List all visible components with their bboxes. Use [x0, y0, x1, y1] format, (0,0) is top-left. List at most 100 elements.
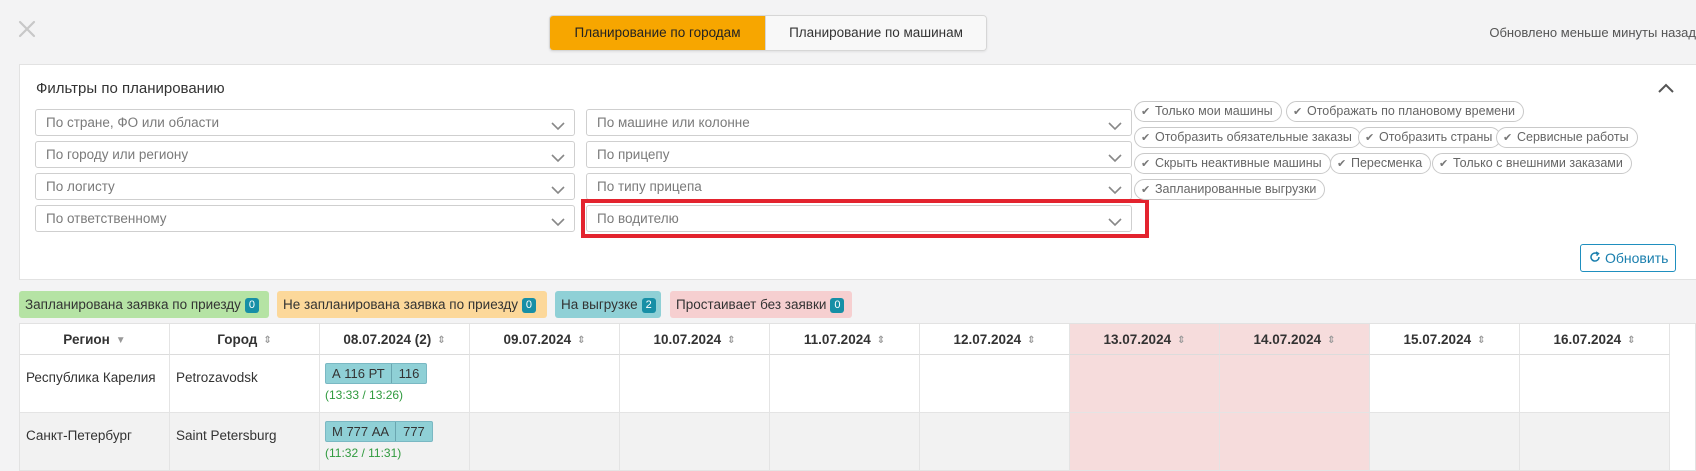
check-icon: ✔	[1141, 132, 1151, 144]
trailer-select[interactable]: По прицепу	[586, 141, 1132, 168]
arrival-time: (11:32 / 11:31)	[325, 446, 402, 460]
chip-only-my-vehicles[interactable]: ✔ Только мои машины	[1134, 101, 1282, 122]
truck-badge[interactable]: М 777 АА 777	[325, 421, 433, 442]
vehicle-select[interactable]: По машине или колонне	[586, 109, 1132, 136]
legend-planned-arrival: Запланирована заявка по приезду 0	[19, 291, 269, 318]
sort-icon: ⇕	[876, 335, 886, 346]
sort-icon: ⇕	[577, 335, 586, 346]
table-cell-date: М 777 АА 777 (11:32 / 11:31)	[320, 413, 470, 471]
sort-icon: ⇕	[727, 335, 736, 346]
chevron-down-icon	[551, 214, 565, 227]
city-region-select[interactable]: По городу или региону	[35, 141, 575, 168]
chip-planned-time[interactable]: ✔ Отображать по плановому времени	[1286, 101, 1525, 122]
logist-select[interactable]: По логисту	[35, 173, 575, 200]
column-header-date-weekend[interactable]: 14.07.2024 ⇕	[1220, 324, 1370, 355]
sort-icon: ⇕	[1627, 335, 1636, 346]
arrival-time: (13:33 / 13:26)	[325, 388, 404, 402]
trailer-type-select[interactable]: По типу прицепа	[586, 173, 1132, 200]
check-icon: ✔	[1337, 158, 1347, 170]
chevron-down-icon	[1108, 118, 1122, 131]
check-icon: ✔	[1439, 158, 1449, 170]
tab-planning-by-vehicles[interactable]: Планирование по машинам	[765, 16, 986, 50]
sort-icon: ⇕	[1027, 335, 1036, 346]
sort-icon: ⇕	[437, 335, 446, 346]
table-cell-date	[1520, 413, 1670, 471]
table-cell-date	[470, 355, 620, 413]
column-header-date[interactable]: 12.07.2024 ⇕	[920, 324, 1070, 355]
select-placeholder: По логисту	[46, 179, 115, 194]
truck-badge[interactable]: А 116 РТ 116	[325, 363, 428, 384]
responsible-select[interactable]: По ответственному	[35, 205, 575, 232]
table-cell-date	[620, 413, 770, 471]
select-placeholder: По машине или колонне	[597, 115, 750, 130]
table-cell-date	[620, 355, 770, 413]
chip-planned-unloads[interactable]: ✔ Запланированные выгрузки	[1134, 179, 1326, 200]
sort-icon: ⇕	[1477, 335, 1486, 346]
planning-table: Регион ▼ Город ⇕ 08.07.2024 (2) ⇕ 09.07.202…	[19, 323, 1696, 471]
table-cell-date	[920, 355, 1070, 413]
column-header-date[interactable]: 10.07.2024 ⇕	[620, 324, 770, 355]
country-region-select[interactable]: По стране, ФО или области	[35, 109, 575, 136]
chip-service-works[interactable]: ✔ Сервисные работы	[1496, 127, 1638, 148]
column-header-date-weekend[interactable]: 13.07.2024 ⇕	[1070, 324, 1220, 355]
check-icon: ✔	[1141, 106, 1151, 118]
chevron-down-icon	[551, 182, 565, 195]
select-placeholder: По прицепу	[597, 147, 670, 162]
chip-mandatory-orders[interactable]: ✔ Отобразить обязательные заказы	[1134, 127, 1361, 148]
table-cell-date	[1520, 355, 1670, 413]
table-cell-city: Saint Petersburg	[170, 413, 320, 471]
select-placeholder: По стране, ФО или области	[46, 115, 220, 130]
table-cell-date	[770, 413, 920, 471]
check-icon: ✔	[1365, 132, 1375, 144]
chevron-down-icon	[1108, 182, 1122, 195]
select-placeholder: По ответственному	[46, 211, 167, 226]
column-header-date[interactable]: 08.07.2024 (2) ⇕	[320, 324, 470, 355]
column-header-date[interactable]: 16.07.2024 ⇕	[1520, 324, 1670, 355]
column-header-city[interactable]: Город ⇕	[170, 324, 320, 355]
chip-show-countries[interactable]: ✔ Отобразить страны	[1358, 127, 1502, 148]
sort-icon: ⇕	[263, 335, 272, 346]
table-cell-region: Республика Карелия	[20, 355, 170, 413]
table-cell-date	[770, 355, 920, 413]
chevron-down-icon	[551, 118, 565, 131]
column-header-date[interactable]: 15.07.2024 ⇕	[1370, 324, 1520, 355]
tab-planning-by-cities[interactable]: Планирование по городам	[550, 16, 765, 50]
legend-unloading: На выгрузке 2	[555, 291, 661, 318]
sort-desc-icon: ▼	[115, 335, 126, 346]
refresh-icon	[1589, 245, 1601, 271]
close-icon[interactable]	[18, 20, 40, 42]
filters-panel: Фильтры по планированию По стране, ФО ил…	[19, 64, 1696, 280]
table-cell-city: Petrozavodsk	[170, 355, 320, 413]
table-cell-date-weekend	[1220, 413, 1370, 471]
check-icon: ✔	[1503, 132, 1513, 144]
chip-external-orders[interactable]: ✔ Только с внешними заказами	[1432, 153, 1632, 174]
table-cell-date	[1370, 413, 1520, 471]
table-cell-date	[470, 413, 620, 471]
count-badge: 0	[521, 298, 536, 313]
table-cell-date-weekend	[1220, 355, 1370, 413]
table-cell-region: Санкт-Петербург	[20, 413, 170, 471]
column-header-region[interactable]: Регион ▼	[20, 324, 170, 355]
select-placeholder: По городу или региону	[46, 147, 189, 162]
refresh-button[interactable]: Обновить	[1580, 244, 1676, 272]
legend-unplanned-arrival: Не запланирована заявка по приезду 0	[277, 291, 547, 318]
chip-shift-change[interactable]: ✔ Пересменка	[1330, 153, 1432, 174]
driver-select[interactable]: По водителю	[586, 205, 1132, 232]
select-placeholder: По типу прицепа	[597, 179, 702, 194]
sort-icon: ⇕	[1177, 335, 1186, 346]
chip-hide-inactive[interactable]: ✔ Скрыть неактивные машины	[1134, 153, 1331, 174]
chevron-down-icon	[1108, 214, 1122, 227]
table-cell-date-weekend	[1070, 355, 1220, 413]
column-header-date[interactable]: 11.07.2024 ⇕	[770, 324, 920, 355]
filters-title: Фильтры по планированию	[36, 80, 225, 97]
column-header-date[interactable]: 09.07.2024 ⇕	[470, 324, 620, 355]
chevron-up-icon[interactable]	[1657, 81, 1677, 97]
count-badge: 0	[830, 298, 845, 313]
table-cell-date	[920, 413, 1070, 471]
table-cell-date	[1370, 355, 1520, 413]
count-badge: 0	[244, 298, 259, 313]
sort-icon: ⇕	[1327, 335, 1336, 346]
table-cell-date-weekend	[1070, 413, 1220, 471]
check-icon: ✔	[1141, 158, 1151, 170]
count-badge: 2	[641, 298, 656, 313]
